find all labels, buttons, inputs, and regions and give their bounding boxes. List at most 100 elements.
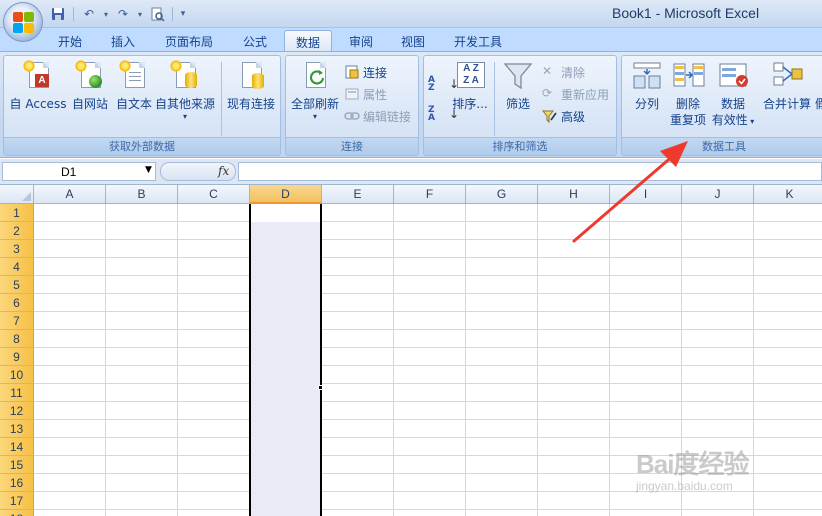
cell[interactable] (538, 402, 610, 420)
row-header-10[interactable]: 10 (0, 366, 34, 384)
cell[interactable] (466, 204, 538, 222)
cell[interactable] (682, 276, 754, 294)
properties-button[interactable]: 属性 (344, 84, 387, 104)
cell[interactable] (466, 474, 538, 492)
cell[interactable] (610, 258, 682, 276)
cell[interactable] (610, 276, 682, 294)
save-icon[interactable] (48, 6, 68, 23)
cell[interactable] (394, 276, 466, 294)
cell[interactable] (34, 402, 106, 420)
formula-input[interactable] (238, 162, 822, 181)
column-header-f[interactable]: F (394, 185, 466, 204)
cell[interactable] (34, 258, 106, 276)
cell[interactable] (322, 276, 394, 294)
cell[interactable] (106, 276, 178, 294)
column-header-d[interactable]: D (250, 185, 322, 204)
cell[interactable] (538, 258, 610, 276)
cell[interactable] (322, 510, 394, 516)
cell[interactable] (466, 240, 538, 258)
cell[interactable] (682, 420, 754, 438)
advanced-button[interactable]: 高级 (541, 106, 585, 126)
cell[interactable] (106, 222, 178, 240)
row-header-16[interactable]: 16 (0, 474, 34, 492)
cell[interactable] (178, 456, 250, 474)
cell[interactable] (754, 330, 822, 348)
cell[interactable] (394, 492, 466, 510)
row-header-4[interactable]: 4 (0, 258, 34, 276)
cell[interactable] (682, 366, 754, 384)
cell[interactable] (34, 510, 106, 516)
cell[interactable] (466, 420, 538, 438)
from-access-button[interactable]: A 自 Access (8, 60, 68, 112)
what-if-analysis-button[interactable]: 假 (814, 60, 822, 112)
undo-dropdown-icon[interactable]: ▾ (102, 6, 110, 23)
cell[interactable] (394, 420, 466, 438)
cell[interactable] (394, 438, 466, 456)
print-preview-icon[interactable] (147, 6, 167, 23)
cell[interactable] (322, 492, 394, 510)
row-header-7[interactable]: 7 (0, 312, 34, 330)
cell[interactable] (538, 312, 610, 330)
cell[interactable] (538, 366, 610, 384)
text-to-columns-button[interactable]: 分列 (626, 60, 668, 112)
cell[interactable] (466, 402, 538, 420)
row-header-5[interactable]: 5 (0, 276, 34, 294)
cell[interactable] (322, 420, 394, 438)
cell[interactable] (106, 402, 178, 420)
cell[interactable] (34, 366, 106, 384)
cell[interactable] (538, 384, 610, 402)
cell[interactable] (394, 312, 466, 330)
cell[interactable] (754, 276, 822, 294)
cell[interactable] (178, 492, 250, 510)
cell[interactable] (34, 420, 106, 438)
cell[interactable] (106, 294, 178, 312)
cell[interactable] (106, 330, 178, 348)
edit-links-button[interactable]: 编辑链接 (344, 106, 411, 126)
cell[interactable] (106, 312, 178, 330)
cell[interactable] (106, 456, 178, 474)
cell[interactable] (538, 348, 610, 366)
cell[interactable] (754, 366, 822, 384)
cell[interactable] (394, 204, 466, 222)
cell[interactable] (754, 258, 822, 276)
row-header-11[interactable]: 11 (0, 384, 34, 402)
cell[interactable] (754, 240, 822, 258)
cell[interactable] (466, 222, 538, 240)
cell[interactable] (34, 456, 106, 474)
cell[interactable] (34, 240, 106, 258)
remove-duplicates-button[interactable]: 删除 重复项 (666, 60, 710, 128)
cell[interactable] (466, 384, 538, 402)
row-header-18[interactable]: 18 (0, 510, 34, 516)
name-box-dropdown-icon[interactable]: ▼ (145, 165, 152, 175)
cell[interactable] (322, 348, 394, 366)
active-cell[interactable] (251, 204, 320, 222)
cell[interactable] (610, 510, 682, 516)
cell[interactable] (610, 294, 682, 312)
cell[interactable] (610, 330, 682, 348)
row-header-13[interactable]: 13 (0, 420, 34, 438)
cell[interactable] (394, 510, 466, 516)
cell[interactable] (178, 258, 250, 276)
tab-data[interactable]: 数据 (284, 30, 332, 52)
cell[interactable] (34, 438, 106, 456)
filter-button[interactable]: 筛选 (498, 60, 538, 112)
cell[interactable] (394, 384, 466, 402)
row-header-17[interactable]: 17 (0, 492, 34, 510)
cell[interactable] (394, 222, 466, 240)
cell[interactable] (394, 366, 466, 384)
name-box[interactable]: D1 (2, 162, 156, 181)
cell[interactable] (466, 366, 538, 384)
cell[interactable] (610, 420, 682, 438)
row-header-12[interactable]: 12 (0, 402, 34, 420)
cell[interactable] (322, 312, 394, 330)
cell[interactable] (466, 456, 538, 474)
cell[interactable] (466, 492, 538, 510)
cell[interactable] (178, 402, 250, 420)
cell[interactable] (754, 420, 822, 438)
cell[interactable] (178, 222, 250, 240)
cell[interactable] (754, 348, 822, 366)
cell[interactable] (106, 348, 178, 366)
clear-button[interactable]: ✕ 清除 (542, 62, 585, 82)
cell[interactable] (394, 456, 466, 474)
consolidate-button[interactable]: 合并计算 (760, 60, 814, 112)
